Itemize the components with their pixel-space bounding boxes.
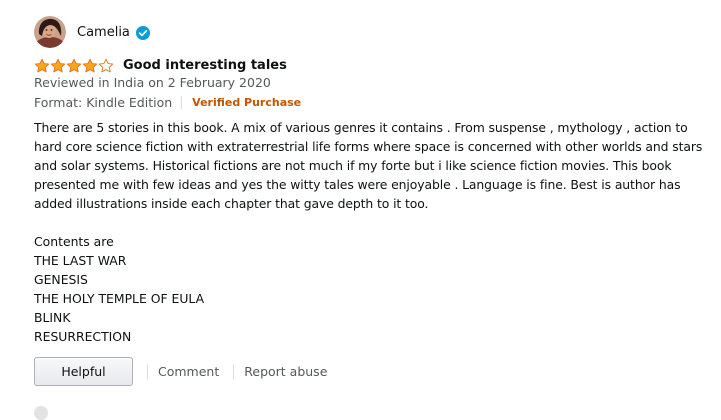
reviewer-name[interactable]: Camelia: [77, 25, 130, 40]
contents-item: GENESIS: [34, 272, 88, 287]
avatar[interactable]: [34, 16, 66, 48]
comment-link[interactable]: Comment: [158, 364, 219, 379]
reviewer-profile[interactable]: Camelia: [34, 16, 150, 48]
contents-item: BLINK: [34, 310, 71, 325]
verified-purchase-badge: Verified Purchase: [192, 96, 302, 109]
next-review-avatar: [34, 406, 48, 420]
review-meta: Format: Kindle Edition Verified Purchase: [34, 95, 301, 110]
review-card: Camelia Good interesting tales Reviewed …: [0, 0, 721, 420]
action-divider: [147, 363, 148, 380]
verified-check-icon: [135, 25, 150, 40]
review-actions: Helpful Comment Report abuse: [34, 356, 327, 387]
star-filled-icon: [50, 58, 66, 73]
star-empty-icon: [98, 58, 114, 73]
format-label[interactable]: Format: Kindle Edition: [34, 95, 172, 110]
review-title[interactable]: Good interesting tales: [123, 58, 287, 73]
report-abuse-link[interactable]: Report abuse: [244, 364, 327, 379]
contents-heading: Contents are: [34, 234, 114, 249]
contents-item: RESURRECTION: [34, 329, 132, 344]
star-filled-icon: [66, 58, 82, 73]
meta-divider: [181, 96, 183, 109]
action-divider: [233, 363, 235, 380]
helpful-button[interactable]: Helpful: [34, 357, 133, 386]
contents-item: THE HOLY TEMPLE OF EULA: [34, 291, 205, 306]
star-filled-icon: [82, 58, 98, 73]
star-filled-icon: [34, 58, 50, 73]
star-rating[interactable]: [34, 58, 114, 73]
rating-row: Good interesting tales: [34, 56, 287, 74]
review-body: There are 5 stories in this book. A mix …: [34, 118, 710, 346]
review-date: Reviewed in India on 2 February 2020: [34, 75, 271, 90]
review-text: There are 5 stories in this book. A mix …: [34, 120, 703, 211]
contents-item: THE LAST WAR: [34, 253, 127, 268]
